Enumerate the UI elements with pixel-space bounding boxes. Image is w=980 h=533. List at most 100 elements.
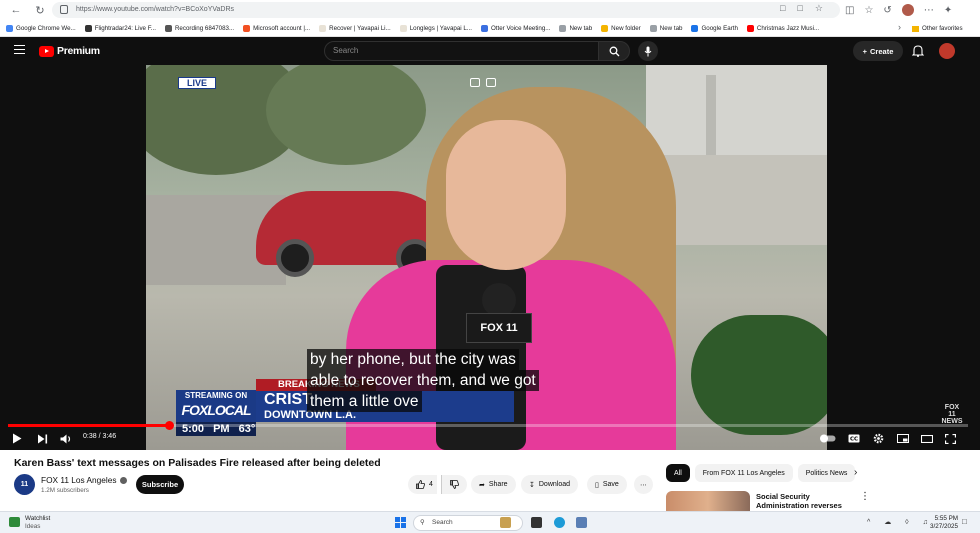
bookmark-favicon-icon [649,24,657,32]
notification-icon[interactable]: □ [962,517,967,526]
search-button[interactable] [598,41,630,61]
caption-line: by her phone, but the city was [307,349,519,370]
bookmark-label: New folder [611,24,641,32]
streaming-line1: STREAMING ON [184,391,248,400]
menu-icon[interactable] [14,45,25,54]
more-actions-button[interactable]: ⋯ [634,475,653,494]
autoplay-toggle[interactable] [820,431,836,446]
station-bug: FOX 11 NEWS [941,404,963,425]
theater-mode-button[interactable] [921,431,933,446]
filter-chip[interactable]: All [666,464,690,482]
youtube-logo[interactable]: Premium [39,45,100,57]
clock[interactable]: 5:55 PM 3/27/2025 [930,515,958,531]
progress-bar[interactable] [8,421,968,430]
theater-icon [921,434,933,443]
more-vertical-icon[interactable]: ⋮ [860,491,870,502]
play-button[interactable] [12,431,22,446]
bookmark-icon: ▯ [595,481,599,489]
bookmark-item[interactable]: Recording 6847083... [164,24,234,32]
system-tray[interactable]: ^ ☁ ◊ ♫ [867,518,934,526]
settings-button[interactable] [873,431,884,446]
widget-title[interactable]: Watchlist [25,515,50,522]
dislike-button[interactable] [441,475,467,494]
task-view-icon[interactable] [531,517,542,528]
bookmark-item[interactable]: New folder [601,24,641,32]
video-player[interactable]: FOX 11 LIVE STREAMING ON FOXLOCAL BREAKI… [0,65,980,450]
streaming-line2: FOXLOCAL [181,402,252,418]
voice-search-button[interactable] [638,41,658,61]
copilot-icon[interactable]: ✦ [944,5,952,16]
next-button[interactable] [37,431,48,446]
back-icon[interactable]: ← [8,2,24,18]
chevron-right-icon[interactable]: › [854,467,857,478]
create-label: Create [870,46,894,56]
share-button[interactable]: ➦ Share [471,475,516,494]
bookmark-item[interactable]: New tab [649,24,683,32]
bookmark-label: New tab [659,24,683,32]
subscribe-button[interactable]: Subscribe [136,475,184,494]
live-badge: LIVE [178,77,216,89]
plus-icon: + [862,46,868,56]
more-icon[interactable]: ⋯ [924,5,934,16]
bookmark-label: Flightradar24: Live F... [94,24,156,32]
edge-icon[interactable] [554,517,565,528]
miniplayer-button[interactable] [897,431,909,446]
app-icon[interactable] [576,517,587,528]
volume-button[interactable] [60,431,72,446]
bookmark-favicon-icon [691,24,699,32]
refresh-icon[interactable]: ↻ [32,2,48,18]
fullscreen-button[interactable] [945,431,956,446]
like-button[interactable]: 4 [408,475,437,494]
miniplayer-icon[interactable] [470,78,480,87]
bookmark-favicon-icon [746,24,754,32]
bookmark-item[interactable]: Microsoft account |... [243,24,311,32]
bookmark-item[interactable]: Google Earth [691,24,738,32]
start-button[interactable] [395,517,406,528]
save-button[interactable]: ▯ Save [587,475,627,494]
channel-avatar[interactable]: 11 [14,474,35,495]
favorites-icon[interactable]: ☆ [864,5,873,16]
address-bar-actions[interactable]: □□☆ [780,3,835,14]
bookmark-item[interactable]: Longlegs | Yavapai L... [399,24,472,32]
progress-fill [8,424,170,427]
verified-icon [119,477,127,485]
bookmarks-overflow-icon[interactable]: › [898,22,901,32]
browser-profile-avatar[interactable] [901,4,914,16]
search-icon: ⚲ [420,519,425,526]
bookmark-favicon-icon [84,24,92,32]
history-icon[interactable]: ↺ [883,5,891,16]
clock-date: 3/27/2025 [930,523,959,530]
bookmark-item[interactable]: New tab [559,24,593,32]
watchlist-icon[interactable] [9,517,20,527]
bookmark-item[interactable]: Christmas Jazz Musi... [746,24,819,32]
captions-button[interactable]: CC [848,431,860,446]
cast-icon[interactable] [486,78,496,87]
bookmark-item[interactable]: Recover | Yavapai Li... [319,24,391,32]
url-text: https://www.youtube.com/watch?v=BCoXoYVa… [76,6,235,13]
recommendation-thumbnail[interactable] [666,491,750,511]
search-input[interactable]: Search [324,41,599,61]
bookmark-favicon-icon [480,24,488,32]
bookmark-item[interactable]: Otter Voice Meeting... [480,24,550,32]
create-button[interactable]: + Create [853,41,903,61]
microphone-icon [644,46,652,56]
bookmark-favicon-icon [559,24,567,32]
bookmark-label: Microsoft account |... [253,24,311,32]
split-screen-icon[interactable]: ◫ [845,5,854,16]
download-button[interactable]: ↧ Download [521,475,579,494]
filter-chip[interactable]: Politics News [797,464,856,482]
other-favorites[interactable]: Other favorites [912,20,963,37]
filter-chip[interactable]: From FOX 11 Los Angeles [694,464,793,482]
recommendation-title[interactable]: Social Security Administration reverses … [756,492,856,511]
more-horizontal-icon: ⋯ [640,481,647,489]
address-bar[interactable]: https://www.youtube.com/watch?v=BCoXoYVa… [52,2,840,18]
bookmark-item[interactable]: Flightradar24: Live F... [84,24,156,32]
bookmark-label: New tab [569,24,593,32]
bookmark-item[interactable]: Google Chrome We... [6,24,76,32]
player-controls: CC [0,429,980,449]
account-avatar[interactable] [939,43,955,59]
channel-name[interactable]: FOX 11 Los Angeles [41,475,127,485]
site-info-icon[interactable] [60,5,68,14]
share-label: Share [488,481,508,488]
notifications-icon[interactable] [911,44,925,57]
